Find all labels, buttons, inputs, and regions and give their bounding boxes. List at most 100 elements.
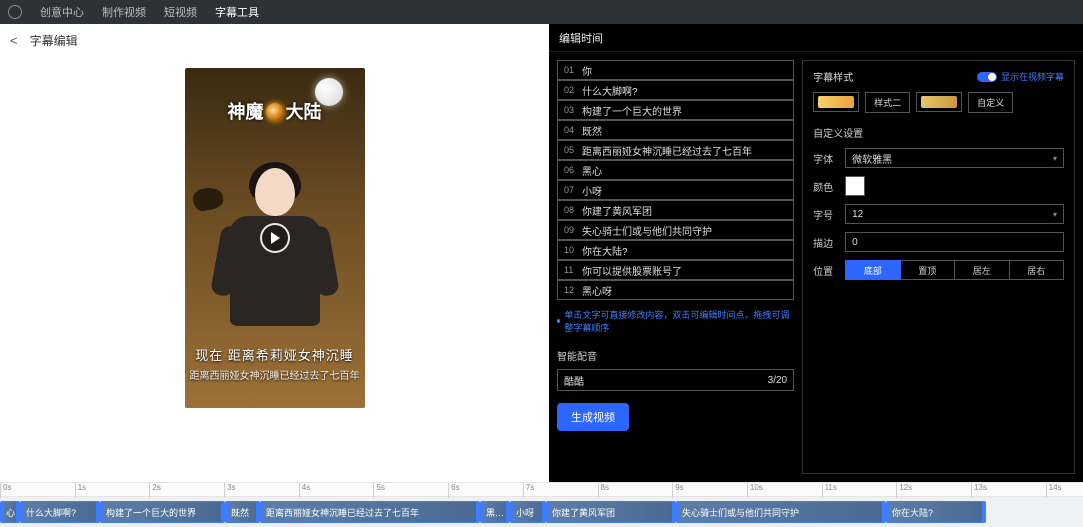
top-navbar: 创意中心 制作视频 短视频 字幕工具 <box>0 0 1083 24</box>
pos-left[interactable]: 居左 <box>955 260 1009 280</box>
clip-handle-left[interactable] <box>100 502 104 522</box>
subtitle-text: 构建了一个巨大的世界 <box>582 103 682 118</box>
subtitle-row[interactable]: 02什么大脚啊? <box>557 80 794 100</box>
subtitle-text: 你 <box>582 63 592 78</box>
ruler-tick: 4s <box>299 483 310 498</box>
subtitle-row[interactable]: 06黑心 <box>557 160 794 180</box>
subtitle-text: 失心骑士们或与他们共同守护 <box>582 223 712 238</box>
nav-subtitle-tool[interactable]: 字幕工具 <box>215 4 259 20</box>
voice-selector[interactable]: 酷酷 3/20 <box>557 369 794 391</box>
clip-handle-left[interactable] <box>546 502 550 522</box>
ruler-tick: 13s <box>971 483 987 498</box>
subtitle-text: 你建了黄风军团 <box>582 203 652 218</box>
subtitle-text: 距离西丽娅女神沉睡已经过去了七百年 <box>582 143 752 158</box>
ruler-tick: 0s <box>0 483 11 498</box>
show-subtitle-toggle[interactable]: 显示在视频字幕 <box>977 70 1064 83</box>
hint-text: 单击文字可直接修改内容，双击可编辑时间点，拖拽可调整字幕顺序 <box>557 308 794 334</box>
ruler-tick: 9s <box>672 483 683 498</box>
timeline-clip[interactable]: 黑… <box>480 501 510 523</box>
timeline-clip[interactable]: 什么大脚啊? <box>20 501 100 523</box>
subtitle-row[interactable]: 12黑心呀 <box>557 280 794 300</box>
color-picker[interactable] <box>845 176 865 196</box>
subtitle-text: 你可以提供股票账号了 <box>582 263 682 278</box>
subtitle-text: 什么大脚啊? <box>582 83 638 98</box>
subtitle-text: 小呀 <box>582 183 602 198</box>
timeline-clip[interactable]: 失心骑士们或与他们共同守护 <box>676 501 886 523</box>
clip-handle-left[interactable] <box>0 502 4 522</box>
clip-handle-left[interactable] <box>676 502 680 522</box>
timeline-clip[interactable]: 你在大陆? <box>886 501 986 523</box>
subtitle-row[interactable]: 01你 <box>557 60 794 80</box>
style-preset-3[interactable] <box>916 92 962 112</box>
page-title: 字幕编辑 <box>30 32 78 49</box>
clip-handle-left[interactable] <box>480 502 484 522</box>
subtitle-index: 06 <box>564 165 582 175</box>
clip-handle-left[interactable] <box>510 502 514 522</box>
toggle-switch-icon <box>977 72 997 82</box>
ruler-tick: 14s <box>1046 483 1062 498</box>
pos-bottom[interactable]: 底部 <box>845 260 900 280</box>
subtitle-index: 11 <box>564 265 582 275</box>
clip-handle-left[interactable] <box>886 502 890 522</box>
caption-primary: 现在 距离希莉娅女神沉睡 <box>185 345 365 364</box>
subtitle-index: 05 <box>564 145 582 155</box>
pos-right[interactable]: 居右 <box>1010 260 1064 280</box>
style-preset-1[interactable] <box>813 92 859 112</box>
subtitle-row[interactable]: 04既然 <box>557 120 794 140</box>
ruler-tick: 6s <box>448 483 459 498</box>
subtitle-row[interactable]: 07小呀 <box>557 180 794 200</box>
video-preview[interactable]: 神魔大陆 现在 距离希莉娅女神沉睡 距离西丽娅女神沉睡已经过去了七百年 <box>185 68 365 408</box>
back-button[interactable]: < <box>10 33 18 48</box>
pos-top[interactable]: 置顶 <box>901 260 955 280</box>
ruler-tick: 1s <box>75 483 86 498</box>
subtitle-row[interactable]: 08你建了黄风军团 <box>557 200 794 220</box>
style-preset-grid: 样式二 自定义 <box>813 92 1064 113</box>
stroke-label: 描边 <box>813 235 839 250</box>
clip-handle-left[interactable] <box>225 502 229 522</box>
style-preset-2[interactable]: 样式二 <box>865 92 910 113</box>
timeline-clip[interactable]: 小呀 <box>510 501 546 523</box>
subtitle-row[interactable]: 10你在大陆? <box>557 240 794 260</box>
ruler-tick: 7s <box>523 483 534 498</box>
ruler-tick: 3s <box>224 483 235 498</box>
nav-make[interactable]: 制作视频 <box>102 4 146 20</box>
timeline-clip[interactable]: 既然 <box>225 501 260 523</box>
timeline-clip[interactable]: 距离西丽娅女神沉睡已经过去了七百年 <box>260 501 480 523</box>
ruler-tick: 8s <box>598 483 609 498</box>
font-select[interactable]: 微软雅黑 ▾ <box>845 148 1064 168</box>
clip-handle-left[interactable] <box>260 502 264 522</box>
chevron-down-icon: ▾ <box>1053 210 1057 219</box>
subtitle-row[interactable]: 11你可以提供股票账号了 <box>557 260 794 280</box>
subtitle-list-column: 01你02什么大脚啊?03构建了一个巨大的世界04既然05距离西丽娅女神沉睡已经… <box>549 52 802 482</box>
generate-video-button[interactable]: 生成视频 <box>557 403 629 431</box>
left-panel: < 字幕编辑 神魔大陆 现在 距离希莉娅女神沉睡 距离西丽娅女神沉睡已经过去了七… <box>0 24 549 482</box>
timeline-clip[interactable]: 构建了一个巨大的世界 <box>100 501 225 523</box>
preview-wrap: 神魔大陆 现在 距离希莉娅女神沉睡 距离西丽娅女神沉睡已经过去了七百年 <box>0 56 549 408</box>
timeline-track[interactable]: 心什么大脚啊?构建了一个巨大的世界既然距离西丽娅女神沉睡已经过去了七百年黑…小呀… <box>0 497 1083 527</box>
nav-creative[interactable]: 创意中心 <box>40 4 84 20</box>
style-head-label: 字幕样式 <box>813 69 853 84</box>
timeline: 0s1s2s3s4s5s6s7s8s9s10s11s12s13s14s 心什么大… <box>0 482 1083 527</box>
subtitle-index: 04 <box>564 125 582 135</box>
timeline-clip[interactable]: 你建了黄风军团 <box>546 501 676 523</box>
chevron-down-icon: ▾ <box>1053 154 1057 163</box>
info-dot-icon <box>557 319 560 323</box>
clip-handle-left[interactable] <box>20 502 24 522</box>
size-label: 字号 <box>813 207 839 222</box>
nav-short[interactable]: 短视频 <box>164 4 197 20</box>
right-panel-title: 编辑时间 <box>549 24 1083 52</box>
timeline-ruler[interactable]: 0s1s2s3s4s5s6s7s8s9s10s11s12s13s14s <box>0 482 1083 497</box>
subtitle-row[interactable]: 09失心骑士们或与他们共同守护 <box>557 220 794 240</box>
color-label: 颜色 <box>813 179 839 194</box>
stroke-input[interactable]: 0 <box>845 232 1064 252</box>
subtitle-row[interactable]: 03构建了一个巨大的世界 <box>557 100 794 120</box>
timeline-clip[interactable]: 心 <box>0 501 20 523</box>
subtitle-index: 10 <box>564 245 582 255</box>
clip-handle-right[interactable] <box>982 502 986 522</box>
subtitle-row[interactable]: 05距离西丽娅女神沉睡已经过去了七百年 <box>557 140 794 160</box>
orb-icon <box>266 103 284 121</box>
style-preset-4[interactable]: 自定义 <box>968 92 1013 113</box>
play-button[interactable] <box>260 223 290 253</box>
person-figure <box>220 168 330 338</box>
size-select[interactable]: 12 ▾ <box>845 204 1064 224</box>
